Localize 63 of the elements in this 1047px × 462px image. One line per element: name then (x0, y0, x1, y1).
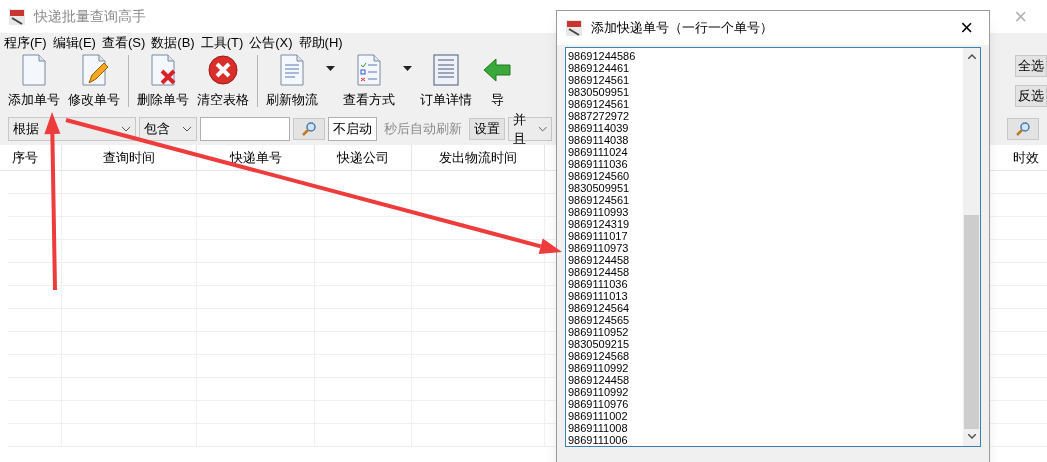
toolbar-button[interactable]: 添加单号 (4, 52, 64, 109)
tracking-number: 9869110992 (568, 362, 630, 374)
tracking-number: 9830509215 (568, 338, 631, 350)
toolbar-button[interactable]: 修改单号 (64, 52, 124, 109)
tracking-number: 9869110976 (568, 398, 630, 410)
toolbar-button[interactable]: 订单详情 (416, 52, 476, 109)
window-title: 快递批量查询高手 (34, 7, 146, 26)
tracking-number: 9869110952 (568, 326, 630, 338)
tracking-number: 9869124458 (568, 374, 631, 386)
match-combo[interactable]: 包含 (139, 117, 197, 141)
auto-refresh-label: 秒后自动刷新 (383, 120, 463, 139)
tracking-number: 9869110992 (568, 386, 630, 398)
tracking-number: 9869111036 (568, 278, 629, 290)
column-header[interactable]: 快递单号 (229, 147, 282, 168)
tracking-number: 9869111008 (568, 422, 629, 434)
column-header[interactable]: 时效 (1013, 147, 1039, 168)
column-header[interactable]: 发出物流时间 (439, 147, 517, 168)
tracking-number: 9869124568 (568, 350, 631, 362)
settings-button[interactable]: 设置 (469, 118, 505, 140)
tracking-number: 9869124564 (568, 302, 631, 314)
tracking-number: 9869110993 (568, 206, 630, 218)
tracking-number: 9869124561 (568, 74, 631, 86)
menu-item[interactable]: 公告(X) (249, 33, 293, 53)
close-button[interactable]: × (960, 17, 973, 39)
tracking-number: 9869124458 (568, 266, 631, 278)
tracking-number: 9869111017 (568, 230, 629, 242)
menu-item[interactable]: 查看(S) (101, 33, 146, 53)
tracking-number: 9869111024 (568, 146, 629, 158)
toolbar-button[interactable]: 刷新物流 (262, 52, 322, 109)
toolbar-button[interactable]: 清空表格 (193, 52, 253, 109)
tracking-number: 9869110973 (568, 242, 630, 254)
tracking-number: 9869124560 (568, 170, 631, 182)
menu-item[interactable]: 数据(B) (151, 33, 195, 53)
tracking-number: 9830509951 (568, 182, 631, 194)
tracking-number: 9830509951 (568, 86, 631, 98)
menu-item[interactable]: 程序(F) (4, 33, 47, 53)
tracking-number: 9869111002 (568, 410, 629, 422)
refresh-interval-field[interactable]: 不启动 (328, 117, 377, 141)
menu-item[interactable]: 编辑(E) (52, 33, 96, 53)
tracking-number: 9869124319 (568, 218, 631, 230)
tracking-number: 98691244586 (568, 50, 637, 62)
tracking-number: 9869111036 (568, 158, 629, 170)
tracking-number: 9869124461 (568, 62, 631, 74)
tracking-number: 9869114039 (568, 122, 630, 134)
select-button[interactable]: 反选 (1015, 85, 1047, 107)
toolbar-button[interactable]: 查看方式 (339, 52, 399, 109)
tracking-number: 9869111013 (568, 290, 629, 302)
toolbar-button[interactable]: 导 (476, 52, 518, 109)
tracking-number: 9869111006 (568, 434, 629, 446)
menu-item[interactable]: 工具(T) (200, 33, 244, 53)
column-header[interactable]: 序号 (12, 147, 38, 168)
select-button[interactable]: 全选 (1015, 55, 1047, 77)
menu-item[interactable]: 帮助(H) (298, 33, 343, 53)
tracking-number: 9869114038 (568, 134, 630, 146)
column-header[interactable]: 查询时间 (103, 147, 155, 168)
tracking-number: 9869124458 (568, 254, 631, 266)
column-header[interactable]: 快递公司 (337, 147, 389, 168)
tracking-number: 9869124561 (568, 194, 631, 206)
tracking-number: 9869124565 (568, 314, 631, 326)
dialog-title: 添加快递单号（一行一个单号） (591, 19, 773, 38)
tracking-number: 9887272972 (568, 110, 631, 122)
toolbar-button[interactable]: 删除单号 (133, 52, 193, 109)
tracking-number: 9869124561 (568, 98, 631, 110)
